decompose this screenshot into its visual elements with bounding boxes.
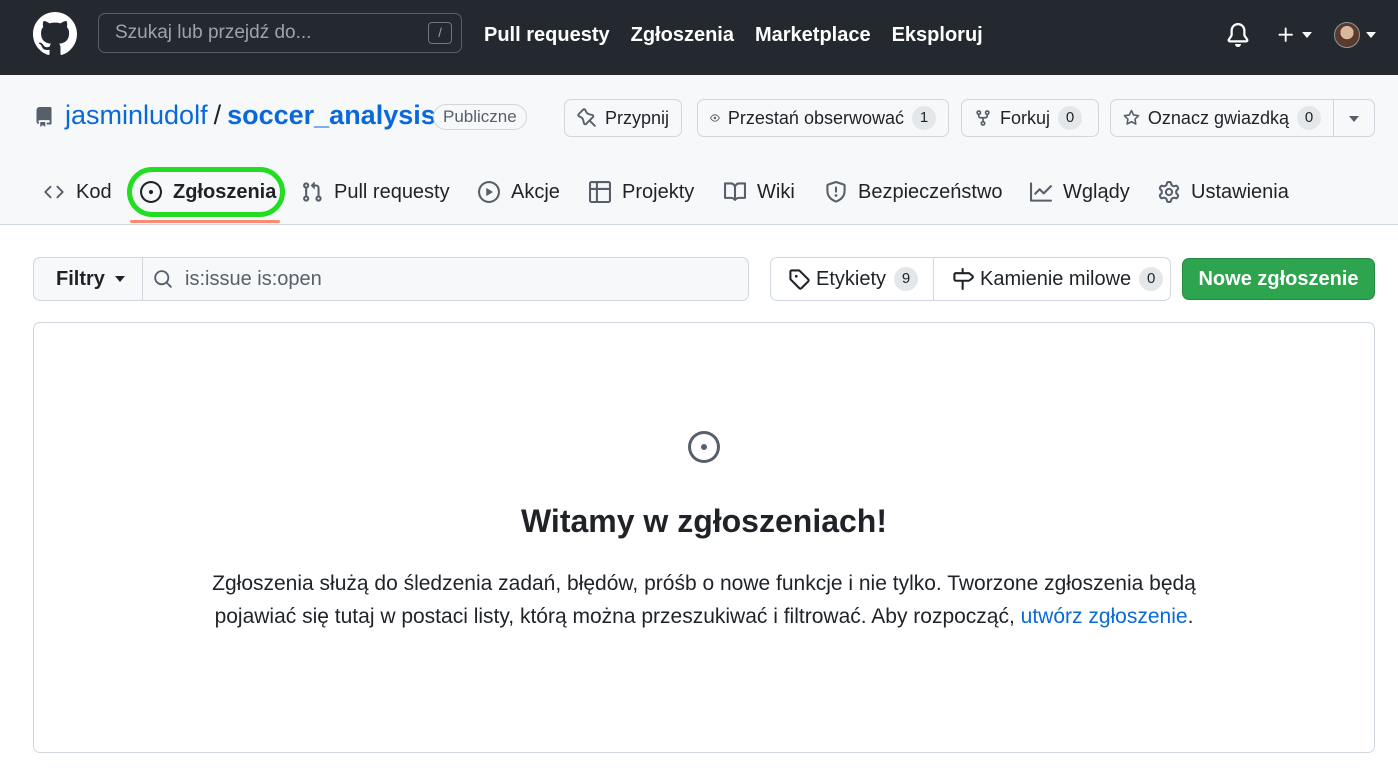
create-new-dropdown[interactable] <box>1276 25 1312 45</box>
search-placeholder: Szukaj lub przejdź do... <box>115 22 312 43</box>
plus-icon <box>1278 27 1293 42</box>
tab-pull-requests-label: Pull requesty <box>334 180 450 203</box>
tab-settings-label: Ustawienia <box>1191 180 1289 203</box>
header-actions <box>1226 0 1376 70</box>
unwatch-button[interactable]: Przestań obserwować 1 <box>697 99 949 137</box>
new-issue-button[interactable]: Nowe zgłoszenie <box>1182 258 1375 300</box>
repo-tabs: Kod Zgłoszenia Pull requesty Akcje Proje… <box>0 166 1398 225</box>
milestones-label: Kamienie milowe <box>980 267 1132 290</box>
tab-settings[interactable]: Ustawienia <box>1158 166 1289 218</box>
unwatch-label: Przestań obserwować <box>727 107 904 128</box>
fork-icon <box>976 110 990 126</box>
global-nav-marketplace[interactable]: Marketplace <box>755 24 871 47</box>
tab-issues[interactable]: Zgłoszenia <box>140 166 276 218</box>
tab-security[interactable]: Bezpieczeństwo <box>825 166 1003 218</box>
create-issue-link[interactable]: utwórz zgłoszenie <box>1021 605 1188 628</box>
labels-count: 9 <box>894 267 919 291</box>
issues-blankslate: Witamy w zgłoszeniach! Zgłoszenia służą … <box>33 322 1375 753</box>
repo-name-link[interactable]: soccer_analysis <box>227 100 436 130</box>
tab-security-label: Bezpieczeństwo <box>858 180 1003 203</box>
star-label: Oznacz gwiazdką <box>1147 107 1289 128</box>
bell-icon[interactable] <box>1226 22 1250 48</box>
github-logo-icon[interactable] <box>33 12 77 56</box>
tab-wiki-label: Wiki <box>757 180 795 203</box>
repo-owner-link[interactable]: jasminludolf <box>65 100 208 130</box>
tab-projects-label: Projekty <box>622 180 695 203</box>
search-shortcut-hint: / <box>428 22 452 44</box>
tab-projects[interactable]: Projekty <box>589 166 694 218</box>
filters-label: Filtry <box>56 267 105 290</box>
stars-count: 0 <box>1297 106 1321 130</box>
fork-button[interactable]: Forkuj 0 <box>961 99 1099 137</box>
star-button[interactable]: Oznacz gwiazdką 0 <box>1110 99 1334 137</box>
milestone-icon <box>953 268 974 290</box>
chevron-down-icon <box>1302 32 1312 38</box>
pull-request-icon <box>303 181 322 202</box>
code-icon <box>44 185 64 199</box>
issues-search-input[interactable]: is:issue is:open <box>142 257 749 301</box>
global-header: Szukaj lub przejdź do... / Pull requesty… <box>0 0 1398 75</box>
tab-actions-label: Akcje <box>511 180 560 203</box>
labels-button[interactable]: Etykiety 9 <box>770 257 934 301</box>
fork-label: Forkuj <box>1000 107 1051 128</box>
milestones-count: 0 <box>1139 267 1164 291</box>
search-icon <box>154 270 172 288</box>
pin-label: Przypnij <box>605 107 670 128</box>
issues-search-value: is:issue is:open <box>185 267 322 290</box>
tab-wiki[interactable]: Wiki <box>724 166 795 218</box>
global-nav-explore[interactable]: Eksploruj <box>892 24 983 47</box>
tab-issues-label: Zgłoszenia <box>173 180 277 203</box>
avatar <box>1334 22 1360 48</box>
pin-icon <box>577 108 596 127</box>
blankslate-description: Zgłoszenia służą do śledzenia zadań, błę… <box>204 567 1204 633</box>
graph-icon <box>1030 182 1052 202</box>
blankslate-text-end: . <box>1187 605 1194 628</box>
watchers-count: 1 <box>912 106 936 130</box>
blankslate-text-line1: Zgłoszenia służą do śledzenia zadań, błę… <box>212 572 1196 595</box>
play-icon <box>478 181 500 203</box>
visibility-badge: Publiczne <box>433 104 527 130</box>
book-icon <box>724 182 746 201</box>
user-menu[interactable] <box>1334 22 1376 48</box>
star-lists-dropdown[interactable] <box>1333 99 1375 137</box>
issue-opened-icon <box>688 431 720 463</box>
repo-header: jasminludolf / soccer_analysis Publiczne P… <box>0 75 1398 225</box>
tab-pull-requests[interactable]: Pull requesty <box>301 166 450 218</box>
chevron-down-icon <box>114 276 125 282</box>
tab-actions[interactable]: Akcje <box>478 166 560 218</box>
pin-button[interactable]: Przypnij <box>564 99 683 137</box>
global-search-input[interactable]: Szukaj lub przejdź do... / <box>98 13 462 53</box>
labels-label: Etykiety <box>816 267 887 290</box>
blankslate-text-line2: pojawiać się tutaj w postaci listy, któr… <box>214 605 1021 628</box>
blankslate-title: Witamy w zgłoszeniach! <box>521 503 887 539</box>
gear-icon <box>1158 181 1180 203</box>
global-nav-issues[interactable]: Zgłoszenia <box>631 24 734 47</box>
filters-dropdown[interactable]: Filtry <box>33 257 143 301</box>
star-icon <box>1123 109 1140 125</box>
repo-title: jasminludolf / soccer_analysis <box>65 100 436 131</box>
tab-code-label: Kod <box>76 180 112 203</box>
chevron-down-icon <box>1366 32 1376 38</box>
table-icon <box>589 181 611 203</box>
global-nav: Pull requesty Zgłoszenia Marketplace Eks… <box>484 0 983 70</box>
tab-code[interactable]: Kod <box>43 166 112 218</box>
tag-icon <box>789 269 810 290</box>
repo-icon <box>36 107 52 127</box>
global-nav-pull-requests[interactable]: Pull requesty <box>484 24 610 47</box>
tab-insights-label: Wglądy <box>1063 180 1130 203</box>
eye-icon <box>710 114 720 122</box>
shield-icon <box>826 181 846 203</box>
selected-tab-indicator <box>130 220 280 223</box>
tab-insights[interactable]: Wglądy <box>1030 166 1130 218</box>
milestones-button[interactable]: Kamienie milowe 0 <box>933 257 1171 301</box>
repo-separator: / <box>213 100 222 130</box>
issue-opened-icon <box>140 181 162 203</box>
chevron-down-icon <box>1349 116 1359 122</box>
forks-count: 0 <box>1058 106 1083 130</box>
